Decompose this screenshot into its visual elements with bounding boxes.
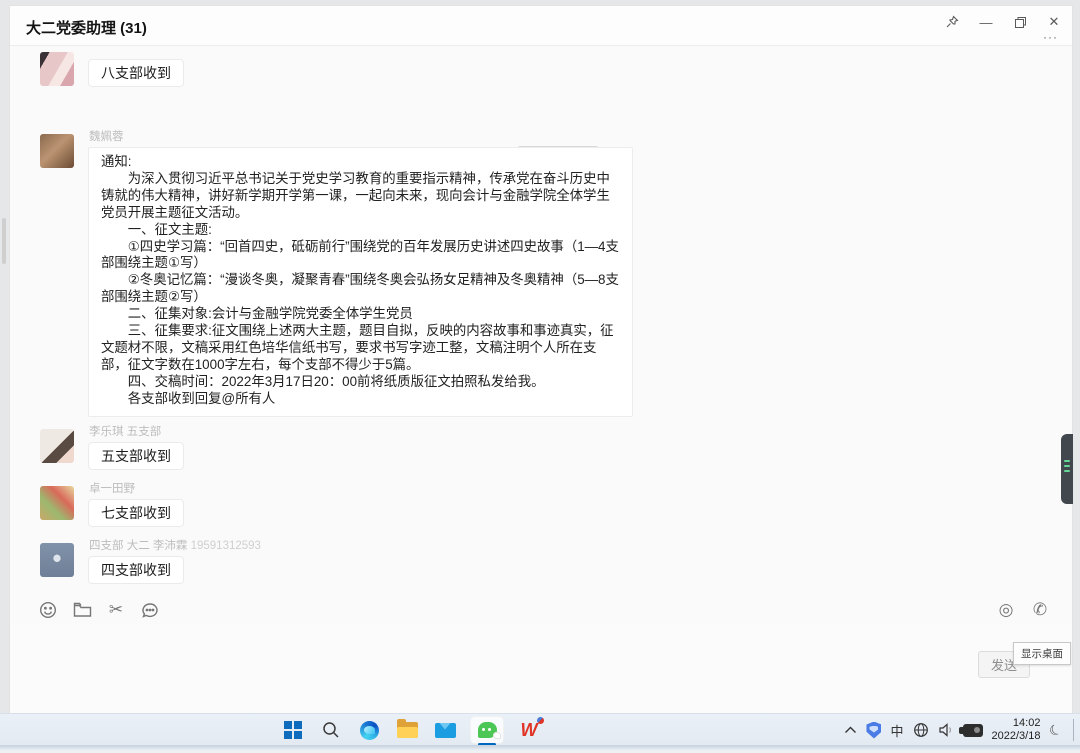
video-call-icon[interactable]: ✆	[1030, 600, 1050, 620]
wechat-icon-active[interactable]	[470, 716, 504, 744]
notice-line: 为深入贯彻习近平总书记关于党史学习教育的重要指示精神，传承党在奋斗历史中铸就的伟…	[101, 171, 620, 222]
avatar[interactable]	[40, 543, 74, 577]
sender-phone-number: 19591312593	[191, 540, 261, 552]
mail-icon[interactable]	[432, 717, 458, 743]
show-desktop-tooltip: 显示桌面	[1013, 642, 1071, 665]
volume-speaker-icon[interactable]	[938, 720, 954, 740]
toolbar-right-icons: ◎ ✆	[996, 600, 1050, 620]
more-options-button[interactable]: ···	[1043, 30, 1058, 44]
taskbar-app-icons: W	[280, 716, 542, 744]
search-icon[interactable]	[318, 717, 344, 743]
avatar[interactable]	[40, 52, 74, 86]
message-input-area[interactable]	[10, 624, 1072, 713]
screen-bottom-edge	[0, 745, 1080, 753]
avatar[interactable]	[40, 134, 74, 168]
clock-time: 14:02	[992, 717, 1041, 730]
sender-name: 卓一田野	[89, 480, 135, 496]
input-toolbar: ✂ ◎ ✆	[10, 598, 1072, 624]
message-bubble[interactable]: 四支部收到	[88, 556, 184, 584]
restore-button[interactable]	[1006, 8, 1034, 36]
emoji-icon[interactable]	[38, 600, 58, 620]
toolbar-left-icons: ✂	[38, 600, 160, 620]
windows-taskbar: W 中 14:02 2022/3/18 ☾	[0, 713, 1080, 745]
focus-assist-moon-icon[interactable]: ☾	[1046, 718, 1066, 741]
notice-message-bubble[interactable]: 通知: 为深入贯彻习近平总书记关于党史学习教育的重要指示精神，传承党在奋斗历史中…	[88, 147, 633, 417]
scrollbar-thumb[interactable]	[2, 218, 6, 264]
title-bar: 大二党委助理 (31) — ✕ ···	[10, 6, 1072, 46]
security-shield-icon[interactable]	[866, 720, 881, 740]
sender-name: 李乐琪 五支部	[89, 423, 161, 439]
avatar[interactable]	[40, 486, 74, 520]
file-explorer-icon[interactable]	[394, 717, 420, 743]
avatar[interactable]	[40, 429, 74, 463]
message-bubble[interactable]: 八支部收到	[88, 59, 184, 87]
wechat-window: 大二党委助理 (31) — ✕ ··· 八支部收到 星期三 19:48	[10, 6, 1072, 713]
start-button-icon[interactable]	[280, 717, 306, 743]
wps-office-icon[interactable]: W	[516, 717, 542, 743]
clock-date: 2022/3/18	[992, 730, 1041, 743]
ime-language-indicator[interactable]: 中	[890, 720, 903, 740]
side-dock-handle[interactable]	[1061, 434, 1073, 504]
message-bubble[interactable]: 五支部收到	[88, 442, 184, 470]
notice-line: 通知:	[101, 154, 620, 171]
notice-line: 一、征文主题:	[101, 222, 620, 239]
taskbar-clock[interactable]: 14:02 2022/3/18	[992, 717, 1041, 743]
network-globe-icon[interactable]	[913, 720, 929, 740]
pin-icon[interactable]	[938, 8, 966, 36]
message-bubble[interactable]: 七支部收到	[88, 499, 184, 527]
notice-line: ①四史学习篇：“回首四史，砥砺前行”围绕党的百年发展历史讲述四史故事（1—4支部…	[101, 239, 620, 273]
notice-line: 四、交稿时间：2022年3月17日20：00前将纸质版征文拍照私发给我。	[101, 374, 620, 391]
file-folder-icon[interactable]	[72, 600, 92, 620]
voice-call-icon[interactable]: ◎	[996, 600, 1016, 620]
chat-history-icon[interactable]	[140, 600, 160, 620]
system-tray: 中 14:02 2022/3/18 ☾	[844, 714, 1074, 746]
sender-name: 魏姵蓉	[89, 128, 124, 144]
show-desktop-edge-button[interactable]	[1073, 719, 1074, 741]
screenshot-scissors-icon[interactable]: ✂	[106, 600, 126, 620]
notice-line: 各支部收到回复@所有人	[101, 391, 620, 408]
chat-message-area: 八支部收到 星期三 19:48 魏姵蓉 通知: 为深入贯彻习近平总书记关于党史学…	[10, 47, 1072, 598]
notice-line: ②冬奥记忆篇：“漫谈冬奥，凝聚青春”围绕冬奥会弘扬女足精神及冬奥精神（5—8支部…	[101, 272, 620, 306]
sender-name-text: 四支部 大二 李沛霖	[89, 540, 187, 552]
sender-name: 四支部 大二 李沛霖 19591312593	[89, 537, 261, 553]
notice-line: 二、征集对象:会计与金融学院党委全体学生党员	[101, 306, 620, 323]
notice-line: 三、征集要求:征文围绕上述两大主题，题目自拟，反映的内容故事和事迹真实，征文题材…	[101, 323, 620, 374]
minimize-button[interactable]: —	[972, 8, 1000, 36]
screenshot-root: 大二党委助理 (31) — ✕ ··· 八支部收到 星期三 19:48	[0, 0, 1080, 753]
tray-chevron-up-icon[interactable]	[844, 720, 857, 740]
camera-device-icon[interactable]	[963, 720, 983, 740]
edge-browser-icon[interactable]	[356, 717, 382, 743]
chat-title: 大二党委助理 (31)	[26, 17, 147, 38]
